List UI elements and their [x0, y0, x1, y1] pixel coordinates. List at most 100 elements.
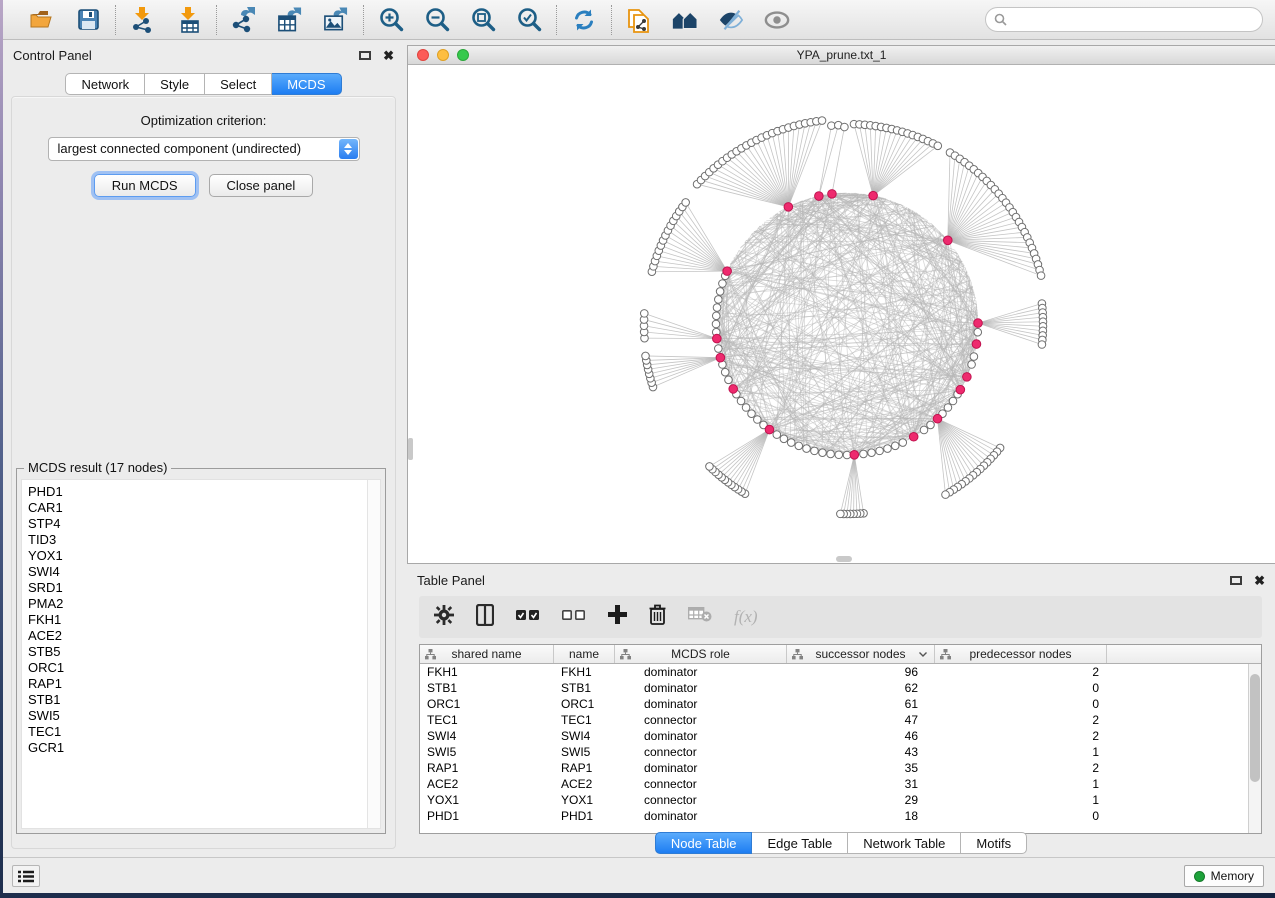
import-table-icon[interactable]: [176, 7, 202, 33]
float-panel-icon[interactable]: [359, 51, 371, 60]
network-node[interactable]: [715, 296, 723, 304]
cell-name[interactable]: STB1: [554, 681, 615, 695]
open-file-icon[interactable]: [29, 7, 55, 33]
result-list-scrollbar[interactable]: [367, 480, 380, 828]
network-node[interactable]: [713, 304, 721, 312]
result-node-item[interactable]: SWI5: [22, 708, 380, 724]
cell-predecessor_nodes[interactable]: 1: [935, 745, 1107, 759]
cell-successor_nodes[interactable]: 43: [787, 745, 935, 759]
zoom-out-icon[interactable]: [424, 7, 450, 33]
network-node[interactable]: [841, 123, 849, 131]
optimization-criterion-dropdown[interactable]: largest connected component (undirected): [48, 137, 360, 161]
window-close-icon[interactable]: [417, 49, 429, 61]
column-header-predecessor-nodes[interactable]: predecessor nodes: [935, 645, 1107, 663]
network-node[interactable]: [737, 397, 745, 405]
result-node-item[interactable]: STP4: [22, 516, 380, 532]
table-row[interactable]: PHD1PHD1dominator180: [420, 808, 1261, 824]
table-row[interactable]: ORC1ORC1dominator610: [420, 696, 1261, 712]
network-node[interactable]: [835, 451, 843, 459]
mcds-node[interactable]: [909, 432, 918, 441]
table-row[interactable]: TEC1TEC1connector472: [420, 712, 1261, 728]
tab-style[interactable]: Style: [145, 73, 205, 95]
network-overview-icon[interactable]: [672, 7, 698, 33]
network-node[interactable]: [712, 312, 720, 320]
network-node[interactable]: [899, 439, 907, 447]
duplicate-network-icon[interactable]: [626, 7, 652, 33]
cell-shared_name[interactable]: YOX1: [420, 793, 554, 807]
table-row[interactable]: RAP1RAP1dominator352: [420, 760, 1261, 776]
cell-name[interactable]: PHD1: [554, 809, 615, 823]
mcds-result-list[interactable]: PHD1CAR1STP4TID3YOX1SWI4SRD1PMA2FKH1ACE2…: [21, 479, 381, 829]
network-node[interactable]: [803, 445, 811, 453]
mcds-node[interactable]: [765, 425, 774, 434]
function-builder-icon[interactable]: f(x): [734, 607, 758, 627]
table-row[interactable]: ACE2ACE2connector311: [420, 776, 1261, 792]
cell-predecessor_nodes[interactable]: 0: [935, 681, 1107, 695]
result-node-item[interactable]: STB1: [22, 692, 380, 708]
network-node[interactable]: [934, 142, 942, 150]
table-row[interactable]: SWI4SWI4dominator462: [420, 728, 1261, 744]
cell-name[interactable]: TEC1: [554, 713, 615, 727]
cell-predecessor_nodes[interactable]: 2: [935, 761, 1107, 775]
network-node[interactable]: [640, 310, 648, 318]
network-node[interactable]: [748, 410, 756, 418]
result-node-item[interactable]: FKH1: [22, 612, 380, 628]
mcds-node[interactable]: [828, 190, 837, 199]
network-node[interactable]: [920, 426, 928, 434]
mcds-node[interactable]: [729, 385, 738, 394]
result-node-item[interactable]: SWI4: [22, 564, 380, 580]
cell-name[interactable]: SWI4: [554, 729, 615, 743]
vertical-divider-handle[interactable]: [408, 438, 413, 460]
network-node[interactable]: [811, 447, 819, 455]
cell-mcds_role[interactable]: connector: [615, 777, 787, 791]
column-header-shared-name[interactable]: shared name: [420, 645, 554, 663]
cell-name[interactable]: YOX1: [554, 793, 615, 807]
table-scrollbar[interactable]: [1248, 664, 1261, 833]
cell-successor_nodes[interactable]: 61: [787, 697, 935, 711]
cell-mcds_role[interactable]: dominator: [615, 761, 787, 775]
cell-predecessor_nodes[interactable]: 0: [935, 809, 1107, 823]
network-node[interactable]: [860, 450, 868, 458]
cell-shared_name[interactable]: SWI4: [420, 729, 554, 743]
cell-predecessor_nodes[interactable]: 0: [935, 697, 1107, 711]
memory-button[interactable]: Memory: [1184, 865, 1264, 887]
result-node-item[interactable]: GCR1: [22, 740, 380, 756]
cell-name[interactable]: ORC1: [554, 697, 615, 711]
network-node[interactable]: [780, 435, 788, 443]
cell-predecessor_nodes[interactable]: 2: [935, 729, 1107, 743]
cell-successor_nodes[interactable]: 18: [787, 809, 935, 823]
cell-mcds_role[interactable]: dominator: [615, 681, 787, 695]
mcds-node[interactable]: [815, 192, 824, 201]
network-node[interactable]: [819, 449, 827, 457]
save-session-icon[interactable]: [75, 7, 101, 33]
mcds-node[interactable]: [974, 319, 983, 328]
result-node-item[interactable]: SRD1: [22, 580, 380, 596]
tab-select[interactable]: Select: [205, 73, 272, 95]
cell-successor_nodes[interactable]: 96: [787, 665, 935, 679]
cell-predecessor_nodes[interactable]: 2: [935, 665, 1107, 679]
cell-predecessor_nodes[interactable]: 2: [935, 713, 1107, 727]
cell-successor_nodes[interactable]: 47: [787, 713, 935, 727]
delete-column-icon[interactable]: [649, 604, 666, 630]
mcds-node[interactable]: [723, 267, 732, 276]
column-settings-icon[interactable]: [434, 605, 454, 630]
network-node[interactable]: [884, 445, 892, 453]
close-panel-icon[interactable]: ✖: [383, 49, 394, 62]
network-node[interactable]: [715, 345, 723, 353]
network-node[interactable]: [891, 442, 899, 450]
cell-shared_name[interactable]: STB1: [420, 681, 554, 695]
cell-successor_nodes[interactable]: 62: [787, 681, 935, 695]
table-scrollbar-thumb[interactable]: [1250, 674, 1260, 782]
network-node[interactable]: [970, 353, 978, 361]
node-table[interactable]: shared namenameMCDS rolesuccessor nodesp…: [419, 644, 1262, 834]
run-mcds-button[interactable]: Run MCDS: [94, 174, 196, 197]
cell-successor_nodes[interactable]: 29: [787, 793, 935, 807]
result-node-item[interactable]: STB5: [22, 644, 380, 660]
result-node-item[interactable]: TEC1: [22, 724, 380, 740]
split-view-icon[interactable]: [476, 604, 494, 631]
float-table-panel-icon[interactable]: [1230, 576, 1242, 585]
cell-shared_name[interactable]: FKH1: [420, 665, 554, 679]
mcds-node[interactable]: [972, 340, 981, 349]
cell-mcds_role[interactable]: connector: [615, 713, 787, 727]
network-node[interactable]: [876, 447, 884, 455]
